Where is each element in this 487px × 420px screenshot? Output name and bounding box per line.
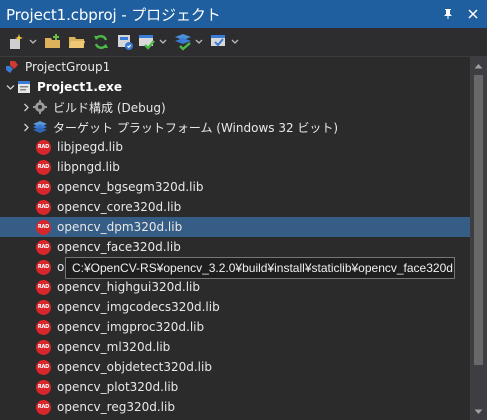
add-folder-icon xyxy=(45,34,60,48)
collapse-arrow[interactable] xyxy=(4,77,16,97)
tree-label: opencv_dpm320d.lib xyxy=(57,220,183,234)
panel-title: Project1.cbproj - プロジェクト xyxy=(6,5,221,24)
rad-lib-icon: RAD xyxy=(36,219,51,235)
chevron-down-icon xyxy=(195,39,203,44)
tree-label: ビルド構成 (Debug) xyxy=(53,100,166,115)
tree-node-file[interactable]: RAD opencv_face320d.lib xyxy=(0,237,470,257)
rad-lib-icon: RAD xyxy=(36,359,51,375)
rad-lib-icon: RAD xyxy=(36,199,51,215)
chevron-down-icon xyxy=(29,39,37,44)
tree-label: opencv_highgui320d.lib xyxy=(57,280,200,294)
tree-node-file[interactable]: RAD libpngd.lib xyxy=(0,157,470,177)
add-folder-button[interactable] xyxy=(44,32,62,52)
rad-lib-icon: RAD xyxy=(36,379,51,395)
tree-node-file[interactable]: RAD opencv_imgcodecs320d.lib xyxy=(0,297,470,317)
close-icon xyxy=(468,9,478,19)
panel-titlebar[interactable]: Project1.cbproj - プロジェクト xyxy=(0,0,487,28)
rad-lib-icon: RAD xyxy=(36,179,51,195)
scroll-up-button[interactable] xyxy=(470,57,487,74)
chevron-down-icon xyxy=(6,84,14,90)
project-tree: ProjectGroup1 Project1.exe ビルド構成 (Debug)… xyxy=(0,57,470,420)
tree-node-project-group[interactable]: ProjectGroup1 xyxy=(0,57,470,77)
check-dropdown[interactable] xyxy=(230,33,240,51)
tree-node-file[interactable]: RAD opencv_ml320d.lib xyxy=(0,337,470,357)
tree-label: ターゲット プラットフォーム (Windows 32 ビット) xyxy=(53,120,339,135)
rad-lib-icon: RAD xyxy=(36,239,51,255)
expand-arrow[interactable] xyxy=(20,97,32,117)
rad-lib-icon: RAD xyxy=(36,259,51,275)
tree-node-file[interactable]: RAD opencv_bgsegm320d.lib xyxy=(0,177,470,197)
tree-node-file[interactable]: RAD opencv_objdetect320d.lib xyxy=(0,357,470,377)
tree-label: opencv_objdetect320d.lib xyxy=(57,360,212,374)
build-icon xyxy=(139,35,155,50)
build-button[interactable] xyxy=(138,32,168,52)
vertical-scrollbar[interactable] xyxy=(470,57,487,420)
project-manager-panel: Project1.cbproj - プロジェクト ProjectGroup1 P… xyxy=(0,0,487,420)
tree-node-file[interactable]: RAD opencv_plot320d.lib xyxy=(0,377,470,397)
scroll-up-icon xyxy=(474,63,483,68)
scroll-down-button[interactable] xyxy=(470,403,487,420)
rad-lib-icon: RAD xyxy=(36,319,51,335)
tree-label: opencv_core320d.lib xyxy=(57,200,182,214)
tree-node-file[interactable]: RAD opencv_imgproc320d.lib xyxy=(0,317,470,337)
tooltip-text: C:¥OpenCV-RS¥opencv_3.2.0¥build¥install¥… xyxy=(72,261,455,275)
check-button[interactable] xyxy=(210,32,240,52)
tree-label: opencv_reg320d.lib xyxy=(57,400,175,414)
tree-label: ProjectGroup1 xyxy=(25,60,111,74)
chevron-down-icon xyxy=(159,39,167,44)
tree-node-file[interactable]: RAD opencv_dpm320d.lib xyxy=(0,217,470,237)
pin-button[interactable] xyxy=(437,3,459,25)
tree-label: libjpegd.lib xyxy=(57,140,123,154)
platform-icon xyxy=(33,121,47,133)
tree-node-target-platform[interactable]: ターゲット プラットフォーム (Windows 32 ビット) xyxy=(0,117,470,137)
sync-button[interactable] xyxy=(92,32,110,52)
build-dropdown[interactable] xyxy=(158,33,168,51)
project-group-icon xyxy=(6,61,18,73)
new-item-button[interactable] xyxy=(8,32,38,52)
tree-node-build-config[interactable]: ビルド構成 (Debug) xyxy=(0,97,470,117)
close-button[interactable] xyxy=(462,3,484,25)
rad-lib-icon: RAD xyxy=(36,399,51,415)
build-all-dropdown[interactable] xyxy=(194,33,204,51)
tree-label: opencv_imgproc320d.lib xyxy=(57,320,205,334)
pin-icon xyxy=(444,9,452,19)
open-folder-icon xyxy=(69,37,85,48)
check-icon xyxy=(211,35,225,47)
tree-node-file[interactable]: RAD libjpegd.lib xyxy=(0,137,470,157)
sync-icon xyxy=(94,35,108,49)
tree-node-file[interactable]: RAD opencv_highgui320d.lib xyxy=(0,277,470,297)
tree-label: Project1.exe xyxy=(37,80,122,94)
file-path-tooltip: C:¥OpenCV-RS¥opencv_3.2.0¥build¥install¥… xyxy=(65,257,455,279)
rad-lib-icon: RAD xyxy=(36,279,51,295)
tree-label: opencv_face320d.lib xyxy=(57,240,181,254)
tree-label: opencv_ml320d.lib xyxy=(57,340,171,354)
chevron-down-icon xyxy=(231,39,239,44)
project-icon xyxy=(18,81,30,93)
chevron-right-icon xyxy=(23,123,29,131)
build-config-button[interactable] xyxy=(116,32,134,52)
build-all-icon xyxy=(175,34,191,51)
new-item-dropdown[interactable] xyxy=(28,33,38,51)
rad-lib-icon: RAD xyxy=(36,139,51,155)
tree-node-file[interactable]: RAD opencv_core320d.lib xyxy=(0,197,470,217)
tree-label: opencv_imgcodecs320d.lib xyxy=(57,300,220,314)
scroll-thumb[interactable] xyxy=(474,75,483,365)
tree-label: opencv_plot320d.lib xyxy=(57,380,179,394)
rad-lib-icon: RAD xyxy=(36,339,51,355)
chevron-right-icon xyxy=(23,103,29,111)
tree-label: opencv_bgsegm320d.lib xyxy=(57,180,204,194)
panel-toolbar xyxy=(0,28,487,57)
build-config-icon xyxy=(118,35,133,50)
expand-arrow[interactable] xyxy=(20,117,32,137)
tree-node-file[interactable]: RAD opencv_reg320d.lib xyxy=(0,397,470,417)
build-all-button[interactable] xyxy=(174,32,204,52)
tree-label: libpngd.lib xyxy=(57,160,120,174)
new-item-icon xyxy=(10,34,23,49)
rad-lib-icon: RAD xyxy=(36,299,51,315)
tree-node-project[interactable]: Project1.exe xyxy=(0,77,470,97)
gear-icon xyxy=(33,100,47,114)
scroll-down-icon xyxy=(474,409,483,414)
open-folder-button[interactable] xyxy=(68,32,86,52)
rad-lib-icon: RAD xyxy=(36,159,51,175)
